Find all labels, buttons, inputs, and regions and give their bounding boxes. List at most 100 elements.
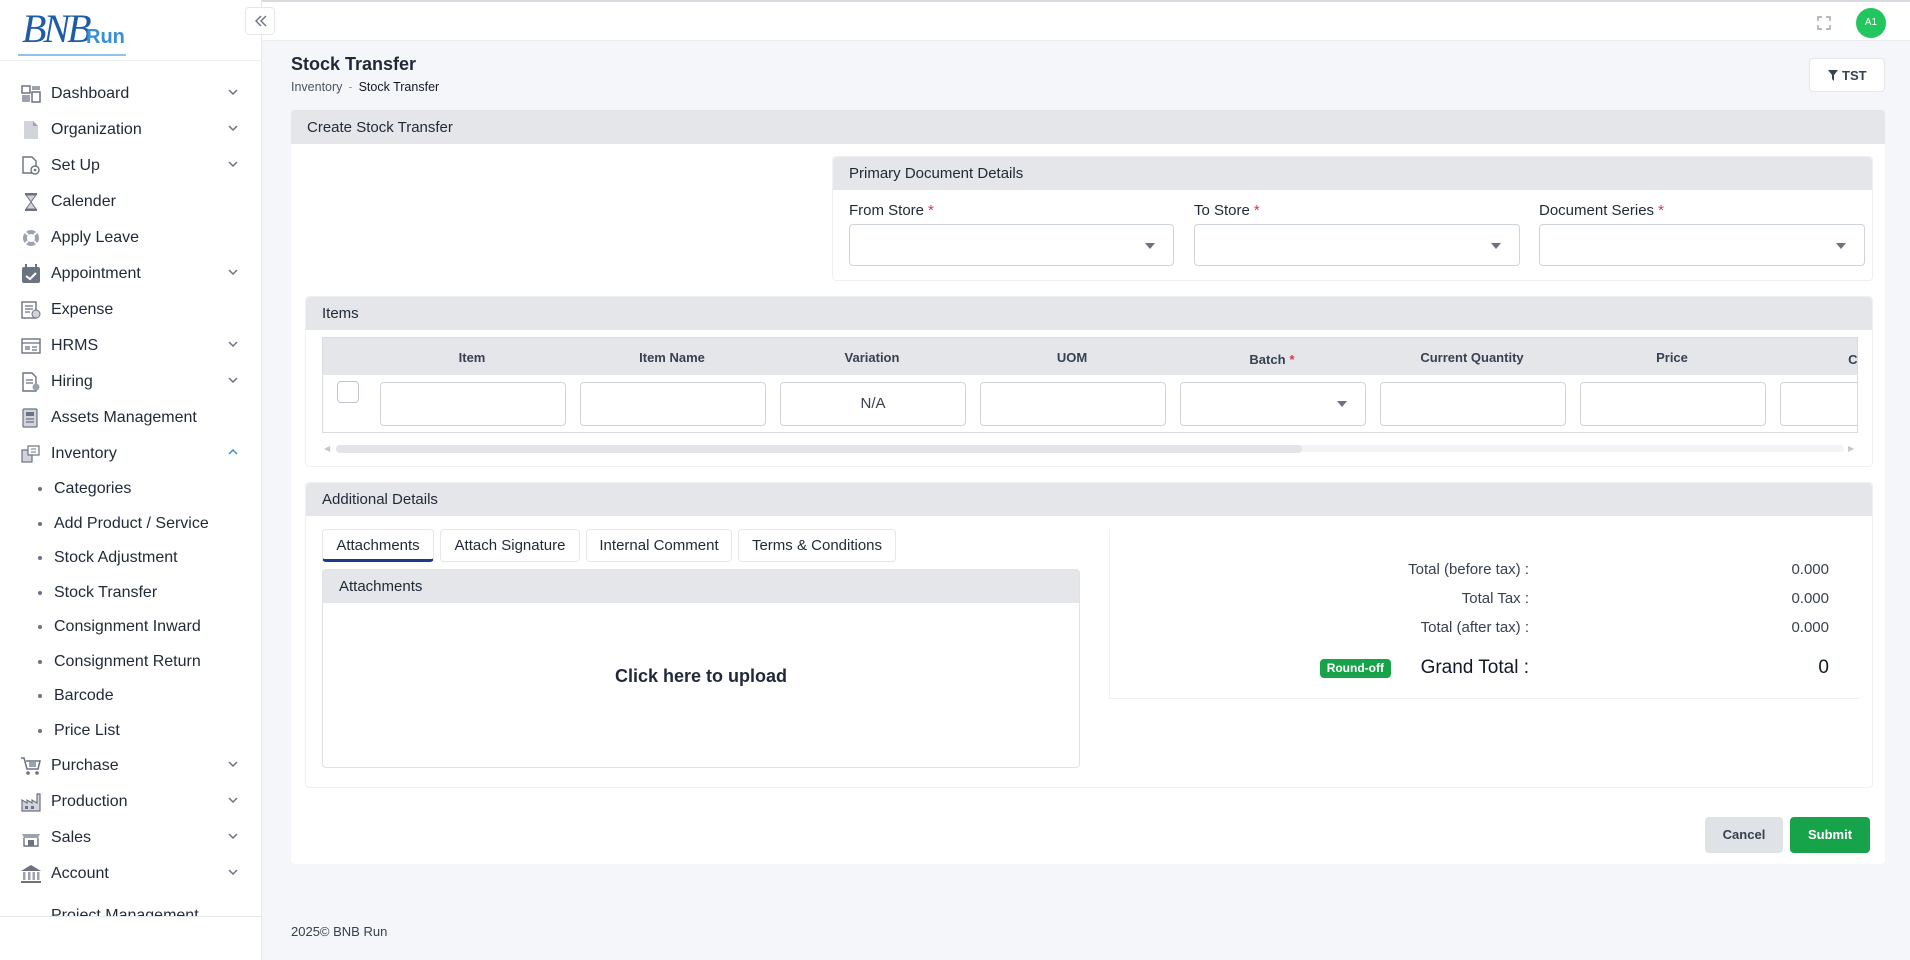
tab-internal-comment[interactable]: Internal Comment <box>586 529 732 562</box>
sidebar-item-expense[interactable]: Expense <box>0 292 261 328</box>
caret-down-icon <box>1836 243 1846 249</box>
sidebar-subitem-stock-transfer[interactable]: Stock Transfer <box>0 576 261 611</box>
total-before-tax-label: Total (before tax) : <box>1408 561 1529 578</box>
sidebar-subitem-categories[interactable]: Categories <box>0 472 261 507</box>
batch-select[interactable] <box>1180 382 1366 426</box>
tab-attach-signature[interactable]: Attach Signature <box>440 529 580 562</box>
grand-total-label: Grand Total : <box>1420 657 1529 678</box>
caret-down-icon <box>1145 243 1155 249</box>
scroll-right-arrow-icon[interactable]: ▶ <box>1848 444 1854 453</box>
chevron-down-icon <box>228 761 238 768</box>
sidebar-item-assets-management[interactable]: Assets Management <box>0 400 261 436</box>
top-header: A1 <box>262 0 1910 41</box>
sidebar-item-sales[interactable]: Sales <box>0 820 261 856</box>
avatar[interactable]: A1 <box>1856 8 1886 38</box>
items-section: Items Item Item Name Variation UOM Batch… <box>305 296 1873 467</box>
tab-attachments[interactable]: Attachments <box>322 529 434 562</box>
filter-button-label: TST <box>1842 68 1867 83</box>
sidebar-subitem-stock-adjustment[interactable]: Stock Adjustment <box>0 541 261 576</box>
document-filter-button[interactable]: TST <box>1809 58 1885 92</box>
sidebar-subitem-barcode[interactable]: Barcode <box>0 679 261 714</box>
sidebar-item-label: Calender <box>51 193 116 210</box>
sidebar-item-label: Project Management <box>51 907 199 916</box>
sidebar-subitem-consignment-return[interactable]: Consignment Return <box>0 645 261 680</box>
scrollbar-thumb[interactable] <box>336 445 1302 453</box>
item-name-input[interactable] <box>580 382 766 426</box>
sidebar-subitem-add-product[interactable]: Add Product / Service <box>0 507 261 542</box>
bullet-dot <box>38 590 42 595</box>
fullscreen-icon[interactable] <box>1816 15 1832 31</box>
logo-sub: Run <box>86 26 125 48</box>
sidebar-subitem-label: Stock Transfer <box>54 583 158 601</box>
bullet-dot <box>38 521 42 526</box>
sidebar-item-project-management[interactable]: Project Management <box>0 900 261 916</box>
column-header-current-quantity: Current Quantity <box>1420 350 1524 365</box>
inventory-icon <box>21 445 40 463</box>
upload-dropzone[interactable]: Click here to upload <box>323 603 1079 767</box>
sidebar-item-calender[interactable]: Calender <box>0 184 261 220</box>
primary-details-title: Primary Document Details <box>849 165 1024 182</box>
items-table-viewport[interactable]: Item Item Name Variation UOM Batch * Curr… <box>322 337 1858 433</box>
document-series-label-text: Document Series <box>1539 202 1655 219</box>
sidebar-item-apply-leave[interactable]: Apply Leave <box>0 220 261 256</box>
cart-icon <box>21 757 41 775</box>
scroll-left-arrow-icon[interactable]: ◀ <box>324 444 330 453</box>
column-header-batch: Batch * <box>1175 352 1369 367</box>
sidebar-item-label: Organization <box>51 121 142 138</box>
column-header-item-name: Item Name <box>639 350 705 365</box>
chevron-down-icon <box>228 341 238 348</box>
caret-down-icon <box>1337 401 1347 407</box>
change-input[interactable] <box>1780 382 1857 426</box>
submit-button[interactable]: Submit <box>1790 817 1870 853</box>
sidebar-item-account[interactable]: Account <box>0 856 261 892</box>
sidebar-item-label: Expense <box>51 301 114 318</box>
attachments-header: Attachments <box>323 570 1079 603</box>
price-input[interactable] <box>1580 382 1766 426</box>
sidebar-collapse-button[interactable] <box>245 7 275 35</box>
sidebar-subitem-consignment-inward[interactable]: Consignment Inward <box>0 610 261 645</box>
sidebar-item-label: Account <box>51 865 109 882</box>
variation-field[interactable]: N/A <box>780 382 966 426</box>
row-select-checkbox[interactable] <box>337 381 359 403</box>
uom-input[interactable] <box>980 382 1166 426</box>
sidebar-item-production[interactable]: Production <box>0 784 261 820</box>
chevron-down-icon <box>228 269 238 276</box>
logo-main: BNB <box>22 6 92 51</box>
sidebar-item-inventory[interactable]: Inventory <box>0 436 261 472</box>
sidebar-item-label: Appointment <box>51 265 141 282</box>
sidebar-item-hiring[interactable]: Hiring <box>0 364 261 400</box>
brand-logo[interactable]: BNB Run <box>0 0 261 61</box>
breadcrumb: Inventory - Stock Transfer <box>291 80 439 94</box>
sidebar-item-hrms[interactable]: HRMS <box>0 328 261 364</box>
document-series-select[interactable] <box>1539 224 1865 266</box>
double-chevron-left-icon <box>255 15 267 27</box>
document-icon <box>24 121 38 139</box>
sidebar-item-purchase[interactable]: Purchase <box>0 748 261 784</box>
sidebar-item-setup[interactable]: Set Up <box>0 148 261 184</box>
sidebar-item-organization[interactable]: Organization <box>0 112 261 148</box>
breadcrumb-current: Stock Transfer <box>358 80 440 94</box>
current-quantity-input[interactable] <box>1380 382 1566 426</box>
hiring-icon <box>22 372 40 392</box>
grand-total-value: 0 <box>1818 657 1829 678</box>
lifebuoy-icon <box>23 230 39 246</box>
round-off-button[interactable]: Round-off <box>1319 659 1391 678</box>
sidebar-item-label: Inventory <box>51 445 117 462</box>
sidebar-item-appointment[interactable]: Appointment <box>0 256 261 292</box>
breadcrumb-item-inventory[interactable]: Inventory <box>291 80 342 94</box>
to-store-label: To Store * <box>1194 202 1260 219</box>
dashboard-icon <box>21 85 41 103</box>
cancel-button[interactable]: Cancel <box>1705 817 1783 853</box>
hourglass-icon <box>25 193 37 211</box>
to-store-select[interactable] <box>1194 224 1520 266</box>
from-store-select[interactable] <box>849 224 1174 266</box>
tab-terms-conditions[interactable]: Terms & Conditions <box>738 529 896 562</box>
sidebar-item-dashboard[interactable]: Dashboard <box>0 76 261 112</box>
sidebar-subitem-price-list[interactable]: Price List <box>0 714 261 749</box>
sidebar-item-label: Purchase <box>51 757 119 774</box>
item-input[interactable] <box>380 382 566 426</box>
card-title: Create Stock Transfer <box>307 119 453 136</box>
totals-panel: Total (before tax) : 0.000 Total Tax : 0… <box>1109 529 1859 699</box>
document-series-label: Document Series * <box>1539 202 1664 219</box>
table-horizontal-scrollbar[interactable]: ◀ ▶ <box>322 441 1858 455</box>
